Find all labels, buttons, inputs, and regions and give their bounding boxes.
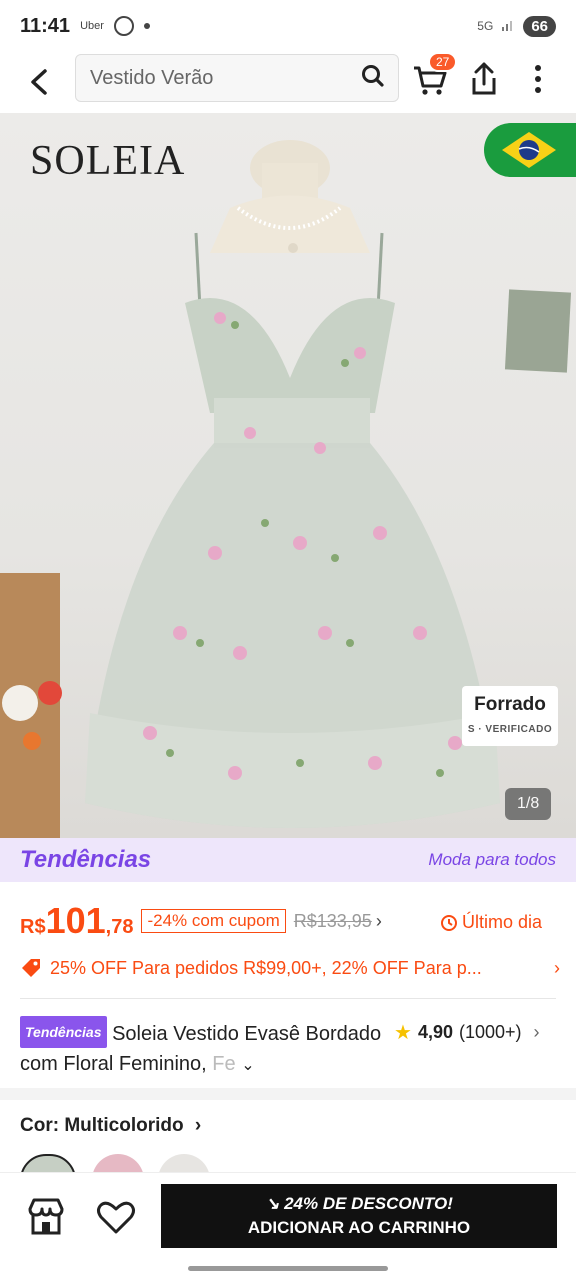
clock: 11:41 — [20, 14, 71, 37]
dot-icon — [143, 23, 150, 29]
share-icon[interactable] — [467, 60, 501, 98]
expand-chevron-icon[interactable]: ⌄ — [241, 1057, 254, 1074]
search-bar[interactable] — [75, 54, 399, 102]
color-selector[interactable]: Cor: Multicolorido › — [20, 1115, 201, 1137]
deadline-label: Último dia — [461, 912, 542, 932]
home-indicator[interactable] — [188, 1266, 388, 1271]
trend-logo: Tendências — [20, 846, 152, 873]
top-bar: 27 — [0, 52, 576, 112]
wishlist-heart-icon[interactable] — [94, 1195, 138, 1239]
search-input[interactable] — [88, 65, 360, 91]
clock-icon — [440, 914, 457, 931]
star-icon: ★ — [394, 1022, 412, 1044]
uber-notification-icon: Uber — [80, 20, 104, 32]
color-label: Cor: Multicolorido — [20, 1115, 184, 1136]
store-icon[interactable] — [24, 1195, 68, 1239]
trend-banner[interactable]: Tendências Moda para todos — [0, 838, 576, 882]
review-count: (1000+) — [458, 1022, 522, 1042]
verified-label: S · VERIFICADO — [467, 724, 553, 735]
promo-row[interactable]: 25% OFF Para pedidos R$99,00+, 22% OFF P… — [20, 953, 560, 983]
network-label: 5G — [477, 19, 494, 33]
add-to-cart-button[interactable]: ↘ 24% DE DESCONTO! ADICIONAR AO CARRINHO — [161, 1184, 557, 1248]
bottom-action-bar: ↘ 24% DE DESCONTO! ADICIONAR AO CARRINHO — [0, 1172, 576, 1261]
brazil-flag-icon — [484, 123, 576, 177]
brand-logo: SOLEIA — [30, 138, 186, 184]
price-decimal: ,78 — [105, 915, 134, 938]
product-image-carousel[interactable]: SOLEIA Forrado S · VERIFICADO 1/8 — [0, 113, 576, 838]
product-title[interactable]: Tendências Soleia Vestido Evasê Bordado … — [20, 1016, 390, 1081]
add-to-cart-label: ADICIONAR AO CARRINHO — [247, 1218, 471, 1237]
rating-summary[interactable]: ★ 4,90 (1000+) › — [394, 1020, 540, 1045]
status-bar: 11:41 Uber 5G 66 — [0, 0, 576, 52]
battery-indicator: 66 — [523, 15, 556, 37]
trend-down-icon: ↘ — [265, 1194, 280, 1213]
discount-text: 24% DE DESCONTO! — [284, 1194, 453, 1213]
color-chevron-icon[interactable]: › — [195, 1115, 201, 1136]
image-counter: 1/8 — [505, 788, 552, 820]
promo-text: 25% OFF Para pedidos R$99,00+, 22% OFF P… — [50, 957, 482, 978]
deadline-indicator[interactable]: Último dia — [440, 912, 542, 933]
chevron-right-icon[interactable]: › — [376, 911, 382, 932]
signal-icon — [501, 18, 515, 35]
rating-chevron-icon[interactable]: › — [534, 1022, 540, 1043]
price-currency: R$ — [20, 915, 46, 938]
search-icon[interactable] — [360, 63, 386, 94]
rating-value: 4,90 — [417, 1022, 453, 1042]
coupon-badge[interactable]: -24% com cupom — [141, 909, 286, 933]
price-row: R$ 101 ,78 -24% com cupom R$133,95 › Últ… — [20, 898, 560, 944]
cart-count-badge: 27 — [428, 52, 458, 72]
promo-chevron-icon[interactable]: › — [554, 958, 560, 979]
divider — [20, 998, 556, 999]
section-separator — [0, 1088, 576, 1100]
tag-icon — [22, 959, 40, 977]
forrado-label: Forrado — [474, 694, 546, 715]
price-integer: 101 — [45, 900, 106, 941]
lined-verified-tag: Forrado S · VERIFICADO — [462, 686, 558, 746]
trend-title-badge: Tendências — [20, 1016, 107, 1048]
original-price: R$133,95 — [293, 910, 372, 931]
back-arrow-icon[interactable] — [22, 65, 56, 99]
trend-slogan: Moda para todos — [428, 850, 556, 869]
whatsapp-icon — [113, 16, 134, 36]
discount-label: ↘ 24% DE DESCONTO! — [161, 1194, 557, 1214]
product-title-faded: Fe — [212, 1053, 236, 1075]
more-options-icon[interactable] — [528, 60, 548, 98]
